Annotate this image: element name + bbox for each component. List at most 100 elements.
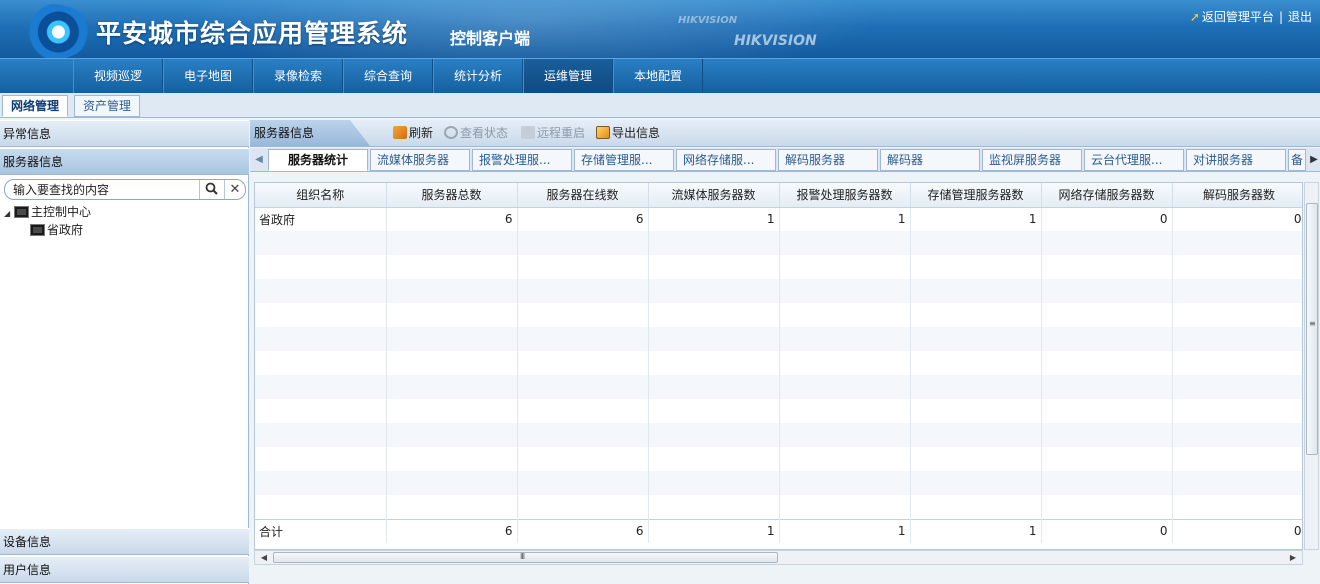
section-exceptions[interactable]: 异常信息 [0, 120, 249, 147]
search-icon [205, 182, 218, 195]
reboot-icon [521, 126, 535, 139]
col-server-total[interactable]: 服务器总数 [386, 183, 518, 208]
empty-row [255, 447, 1302, 471]
clear-search-button[interactable]: ✕ [224, 180, 245, 199]
col-storage-mgmt-count[interactable]: 存储管理服务器数 [910, 183, 1042, 208]
empty-row [255, 471, 1302, 495]
nav-statistics[interactable]: 统计分析 [433, 59, 523, 93]
nav-e-map[interactable]: 电子地图 [163, 59, 253, 93]
tree-expand-icon[interactable]: ◢ [4, 205, 14, 222]
brand-logo: HIKVISION [734, 33, 817, 49]
refresh-icon [393, 126, 407, 139]
col-alarm-count[interactable]: 报警处理服务器数 [779, 183, 911, 208]
nav-local-config[interactable]: 本地配置 [613, 59, 703, 93]
total-server-total: 6 [386, 518, 518, 543]
empty-row [255, 399, 1302, 423]
tab-streaming-server[interactable]: 流媒体服务器 [370, 149, 470, 171]
tab-backup[interactable]: 备 [1288, 149, 1306, 171]
tree-node-label: 省政府 [47, 223, 84, 237]
nav-video-patrol[interactable]: 视频巡逻 [73, 59, 163, 93]
cell-alarm-count: 1 [779, 207, 911, 231]
view-status-label: 查看状态 [460, 126, 509, 140]
search-button[interactable] [199, 180, 223, 199]
total-streaming-count: 1 [648, 518, 780, 543]
scroll-right-icon[interactable]: ▶ [1286, 551, 1300, 564]
left-panel: 异常信息 服务器信息 ✕ ◢ 主控制中心 省政府 设备信息 用户信息 [0, 120, 249, 584]
logout-link[interactable]: 退出 [1288, 8, 1312, 25]
tab-scroll-right-icon[interactable]: ▶ [1306, 151, 1320, 169]
tab-network-management[interactable]: 网络管理 [2, 95, 69, 117]
app-title: 平安城市综合应用管理系统 [96, 19, 409, 48]
remote-reboot-label: 远程重启 [537, 126, 586, 140]
horizontal-scroll-thumb[interactable]: III [273, 552, 778, 563]
col-server-online[interactable]: 服务器在线数 [517, 183, 649, 208]
nav-operations[interactable]: 运维管理 [523, 59, 613, 93]
tab-network-storage-server[interactable]: 网络存储服... [676, 149, 776, 171]
empty-row [255, 495, 1302, 519]
vertical-scroll-thumb[interactable]: ≡ [1306, 203, 1318, 455]
tab-server-stats[interactable]: 服务器统计 [268, 149, 368, 171]
section-server-info[interactable]: 服务器信息 [0, 148, 249, 175]
grip-icon: ≡ [1309, 319, 1316, 328]
table-total-row: 合计 6 6 1 1 1 0 0 [255, 518, 1302, 543]
tab-monitor-wall-server[interactable]: 监视屏服务器 [982, 149, 1082, 171]
tab-ptz-proxy-server[interactable]: 云台代理服... [1084, 149, 1184, 171]
server-tabs: ◀ 服务器统计 流媒体服务器 报警处理服... 存储管理服... 网络存储服..… [250, 148, 1320, 172]
scroll-left-icon[interactable]: ◀ [257, 551, 271, 564]
total-storage-mgmt-count: 1 [910, 518, 1042, 543]
col-streaming-count[interactable]: 流媒体服务器数 [648, 183, 780, 208]
tab-intercom-server[interactable]: 对讲服务器 [1186, 149, 1286, 171]
export-button[interactable]: 导出信息 [596, 124, 660, 142]
cell-org-name: 省政府 [255, 207, 387, 231]
monitor-icon [30, 224, 45, 236]
section-device-info[interactable]: 设备信息 [0, 528, 249, 555]
vertical-scrollbar[interactable]: ≡ [1304, 182, 1319, 550]
table-row[interactable]: 省政府 6 6 1 1 1 0 0 [255, 207, 1302, 231]
app-subtitle: 控制客户端 [450, 29, 531, 48]
tab-asset-management[interactable]: 资产管理 [74, 95, 141, 117]
search-input[interactable] [13, 181, 193, 198]
section-user-info[interactable]: 用户信息 [0, 556, 249, 583]
app-header: 平安城市综合应用管理系统 控制客户端 HIKVISION HIKVISION ➚… [0, 0, 1320, 58]
tab-storage-mgmt-server[interactable]: 存储管理服... [574, 149, 674, 171]
col-org-name[interactable]: 组织名称 [255, 183, 387, 208]
tree-node-provincial-gov[interactable]: 省政府 [30, 222, 83, 239]
right-panel: 服务器信息 刷新 查看状态 远程重启 导出信息 ◀ 服务器统计 流媒体服务器 报… [250, 120, 1320, 584]
cell-decoding-count: 0 [1172, 207, 1302, 231]
brand-watermark-small: HIKVISION [678, 15, 738, 26]
return-platform-link[interactable]: 返回管理平台 [1202, 8, 1274, 25]
close-icon: ✕ [229, 182, 241, 197]
search-box: ✕ [4, 179, 246, 200]
col-decoding-count[interactable]: 解码服务器数 [1172, 183, 1302, 208]
total-server-online: 6 [517, 518, 649, 543]
refresh-button[interactable]: 刷新 [393, 124, 433, 142]
table-header-row: 组织名称 服务器总数 服务器在线数 流媒体服务器数 报警处理服务器数 存储管理服… [255, 183, 1302, 208]
link-separator: | [1278, 9, 1283, 24]
tab-scroll-left-icon[interactable]: ◀ [251, 151, 267, 169]
empty-row [255, 351, 1302, 375]
remote-reboot-button[interactable]: 远程重启 [521, 124, 585, 142]
grip-icon: III [520, 552, 525, 561]
view-status-icon [444, 126, 458, 139]
cell-server-online: 6 [517, 207, 649, 231]
empty-row [255, 279, 1302, 303]
view-status-button[interactable]: 查看状态 [444, 124, 508, 142]
export-label: 导出信息 [612, 126, 661, 140]
tab-decoder[interactable]: 解码器 [880, 149, 980, 171]
sub-tabs: 网络管理 资产管理 [0, 93, 1320, 118]
nav-record-search[interactable]: 录像检索 [253, 59, 343, 93]
tab-decoding-server[interactable]: 解码服务器 [778, 149, 878, 171]
tree-node-main-center[interactable]: ◢ 主控制中心 [4, 204, 91, 221]
app-logo-icon [8, 4, 92, 58]
tab-alarm-server[interactable]: 报警处理服... [472, 149, 572, 171]
main-nav: 视频巡逻 电子地图 录像检索 综合查询 统计分析 运维管理 本地配置 [0, 58, 1320, 93]
top-links: ➚ 返回管理平台 | 退出 [1190, 8, 1312, 25]
total-alarm-count: 1 [779, 518, 911, 543]
monitor-icon [14, 206, 29, 218]
return-arrow-icon: ➚ [1189, 9, 1200, 24]
nav-query[interactable]: 综合查询 [343, 59, 433, 93]
horizontal-scrollbar[interactable]: ◀ III ▶ [254, 550, 1303, 565]
col-network-storage-count[interactable]: 网络存储服务器数 [1041, 183, 1173, 208]
refresh-label: 刷新 [409, 126, 434, 140]
server-stats-table: 组织名称 服务器总数 服务器在线数 流媒体服务器数 报警处理服务器数 存储管理服… [254, 182, 1303, 550]
